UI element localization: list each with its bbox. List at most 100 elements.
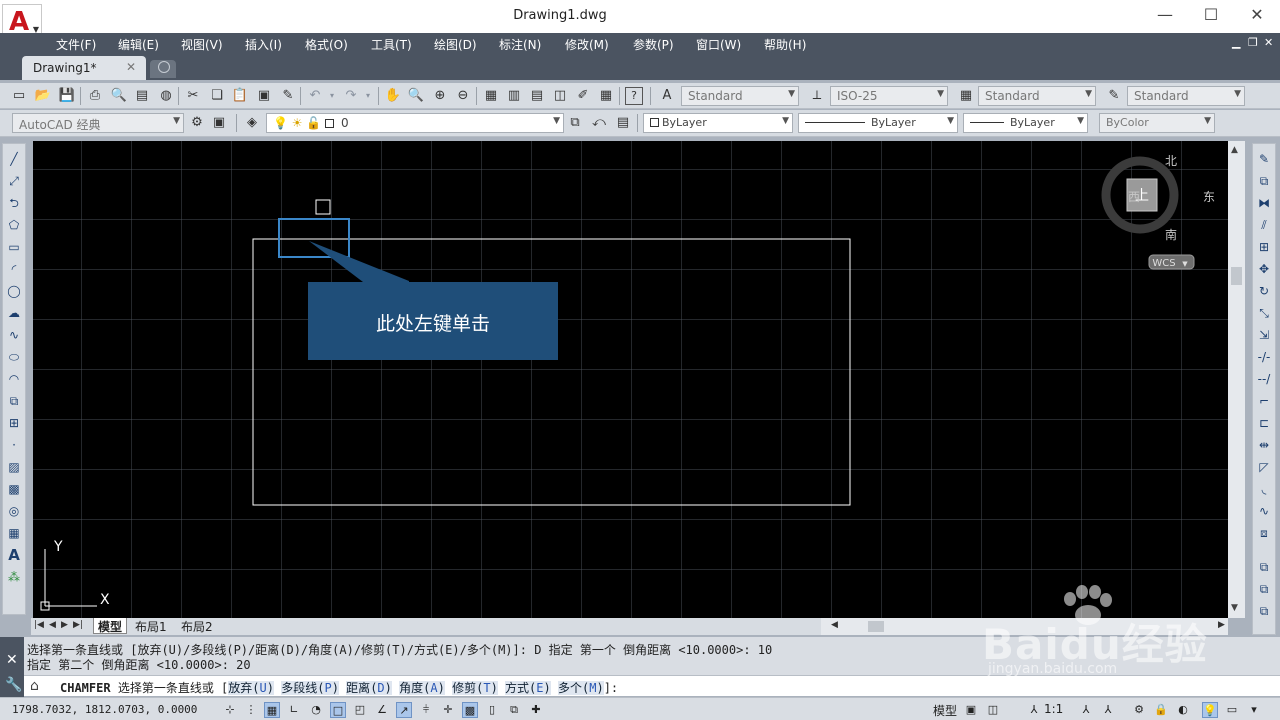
calculator-icon[interactable]: ▦ xyxy=(597,87,615,105)
scroll-left-icon[interactable]: ◀ xyxy=(831,620,838,630)
allow-dynamic-ucs-icon[interactable]: ↗ xyxy=(396,702,412,718)
drawn-rectangle[interactable] xyxy=(252,238,851,506)
fillet-icon[interactable]: ◟ xyxy=(1255,480,1273,498)
compass-north-label[interactable]: 北 xyxy=(1165,154,1177,168)
insert-block-icon[interactable]: ⧉ xyxy=(5,392,23,410)
option-trim[interactable]: 修剪(T) xyxy=(452,681,498,695)
snap-mode-icon[interactable]: ⋮ xyxy=(243,702,259,718)
transparency-icon[interactable]: ▩ xyxy=(462,702,478,718)
color-select[interactable]: ByLayer ▼ xyxy=(643,113,793,133)
scale-icon[interactable]: ⤡ xyxy=(1255,304,1273,322)
menu-tools[interactable]: 工具(T) xyxy=(371,36,412,53)
chamfer-icon[interactable]: ◸ xyxy=(1255,458,1273,476)
publish-icon[interactable]: ▤ xyxy=(133,87,151,105)
new-drawing-tab[interactable] xyxy=(150,60,176,78)
multiline-text-icon[interactable]: A xyxy=(5,546,23,564)
construction-line-icon[interactable]: ⤢ xyxy=(5,172,23,190)
gradient-icon[interactable]: ▩ xyxy=(5,480,23,498)
zoom-previous-icon[interactable]: ⊖ xyxy=(454,87,472,105)
menu-edit[interactable]: 编辑(E) xyxy=(118,36,159,53)
undo-dropdown-icon[interactable]: ▾ xyxy=(323,87,341,105)
stretch-icon[interactable]: ⇲ xyxy=(1255,326,1273,344)
option-multiple[interactable]: 多个(M) xyxy=(557,681,604,695)
dimension-style-select[interactable]: ISO-25 ▼ xyxy=(830,86,948,106)
horizontal-scroll-thumb[interactable] xyxy=(868,621,884,632)
option-distance[interactable]: 距离(D) xyxy=(346,681,392,695)
close-command-line-icon[interactable]: ✕ xyxy=(6,652,18,668)
offset-icon[interactable]: ⫽ xyxy=(1255,216,1273,234)
join-icon[interactable]: ⇹ xyxy=(1255,436,1273,454)
menu-file[interactable]: 文件(F) xyxy=(56,36,96,53)
compass-south-label[interactable]: 南 xyxy=(1165,227,1177,242)
model-space-toggle[interactable]: 模型 xyxy=(933,702,957,719)
paste-icon[interactable]: 📋 xyxy=(231,87,249,105)
arc-icon[interactable]: ◜ xyxy=(5,260,23,278)
table-icon[interactable]: ▦ xyxy=(5,524,23,542)
grid-display-icon[interactable]: ▦ xyxy=(264,702,280,718)
array-icon[interactable]: ⊞ xyxy=(1255,238,1273,256)
infer-constraints-icon[interactable]: ⊹ xyxy=(222,702,238,718)
line-icon[interactable]: ╱ xyxy=(5,150,23,168)
bring-to-front-icon[interactable]: ⧉ xyxy=(1255,580,1273,598)
compass-east-label[interactable]: 东 xyxy=(1203,190,1215,204)
coordinates-display[interactable]: 1798.7032, 1812.0703, 0.0000 xyxy=(12,703,197,716)
option-polyline[interactable]: 多段线(P) xyxy=(281,681,339,695)
move-icon[interactable]: ✥ xyxy=(1255,260,1273,278)
menu-parametric[interactable]: 参数(P) xyxy=(633,36,674,53)
save-icon[interactable]: 💾 xyxy=(58,87,76,105)
hardware-acceleration-icon[interactable]: ◐ xyxy=(1175,702,1191,718)
polygon-icon[interactable]: ⬠ xyxy=(5,216,23,234)
vertical-scroll-thumb[interactable] xyxy=(1231,267,1242,285)
paste-special-icon[interactable]: ▣ xyxy=(255,87,273,105)
close-button[interactable]: ✕ xyxy=(1234,4,1280,28)
multileader-style-select[interactable]: Standard ▼ xyxy=(1127,86,1245,106)
close-tab-icon[interactable]: ✕ xyxy=(126,60,136,74)
hatch-icon[interactable]: ▨ xyxy=(5,458,23,476)
layer-previous-icon[interactable]: ⤺ xyxy=(590,114,608,132)
layer-properties-icon[interactable]: ◈ xyxy=(243,114,261,132)
quick-view-drawings-icon[interactable]: ◫ xyxy=(985,702,1001,718)
add-selected-icon[interactable]: ⁂ xyxy=(5,568,23,586)
menu-format[interactable]: 格式(O) xyxy=(305,36,348,53)
model-space-canvas[interactable]: 此处左键单击 上 北 南 东 西 WCS ▼ Y X xyxy=(33,141,1228,618)
doc-minimize-icon[interactable]: ▁ xyxy=(1232,36,1240,49)
design-center-icon[interactable]: ▥ xyxy=(505,87,523,105)
lineweight-select[interactable]: ByLayer ▼ xyxy=(963,113,1088,133)
point-icon[interactable]: · xyxy=(5,436,23,454)
tab-layout1[interactable]: 布局1 xyxy=(131,618,171,634)
properties-icon[interactable]: ▦ xyxy=(482,87,500,105)
option-method[interactable]: 方式(E) xyxy=(505,681,551,695)
lineweight-icon[interactable]: ✛ xyxy=(440,702,456,718)
minimize-button[interactable]: — xyxy=(1142,4,1188,28)
zoom-realtime-icon[interactable]: 🔍 xyxy=(407,87,425,105)
first-layout-icon[interactable]: |◀ xyxy=(34,620,44,630)
doc-close-icon[interactable]: ✕ xyxy=(1264,36,1273,49)
menu-draw[interactable]: 绘图(D) xyxy=(434,36,477,53)
rectangle-icon[interactable]: ▭ xyxy=(5,238,23,256)
copy-object-icon[interactable]: ⧉ xyxy=(1255,172,1273,190)
next-layout-icon[interactable]: ▶ xyxy=(61,620,68,630)
send-to-back-icon[interactable]: ⧉ xyxy=(1255,602,1273,620)
workspace-settings-icon[interactable]: ⚙ xyxy=(188,114,206,132)
menu-dimension[interactable]: 标注(N) xyxy=(499,36,541,53)
print-preview-icon[interactable]: 🔍 xyxy=(110,87,128,105)
text-style-select[interactable]: Standard ▼ xyxy=(681,86,799,106)
draw-order-icon[interactable]: ⧉ xyxy=(1255,558,1273,576)
circle-icon[interactable]: ◯ xyxy=(5,282,23,300)
workspace-select[interactable]: AutoCAD 经典 ▼ xyxy=(12,113,184,133)
sheet-set-icon[interactable]: ◫ xyxy=(551,87,569,105)
menu-window[interactable]: 窗口(W) xyxy=(696,36,741,53)
tab-layout2[interactable]: 布局2 xyxy=(177,618,217,634)
menu-view[interactable]: 视图(V) xyxy=(181,36,223,53)
tab-model[interactable]: 模型 xyxy=(93,618,128,634)
document-tab[interactable]: Drawing1* ✕ xyxy=(22,56,146,80)
revision-cloud-icon[interactable]: ☁ xyxy=(5,304,23,322)
vertical-scrollbar[interactable]: ▲ ▼ xyxy=(1228,141,1245,618)
blend-curves-icon[interactable]: ∿ xyxy=(1255,502,1273,520)
customize-wrench-icon[interactable]: 🔧 xyxy=(5,677,22,693)
dynamic-input-icon[interactable]: ⫩ xyxy=(418,702,434,718)
rotate-icon[interactable]: ↻ xyxy=(1255,282,1273,300)
polyline-icon[interactable]: ⮌ xyxy=(5,194,23,212)
workspace-switching-icon[interactable]: ⚙ xyxy=(1131,702,1147,718)
polar-tracking-icon[interactable]: ◔ xyxy=(308,702,324,718)
